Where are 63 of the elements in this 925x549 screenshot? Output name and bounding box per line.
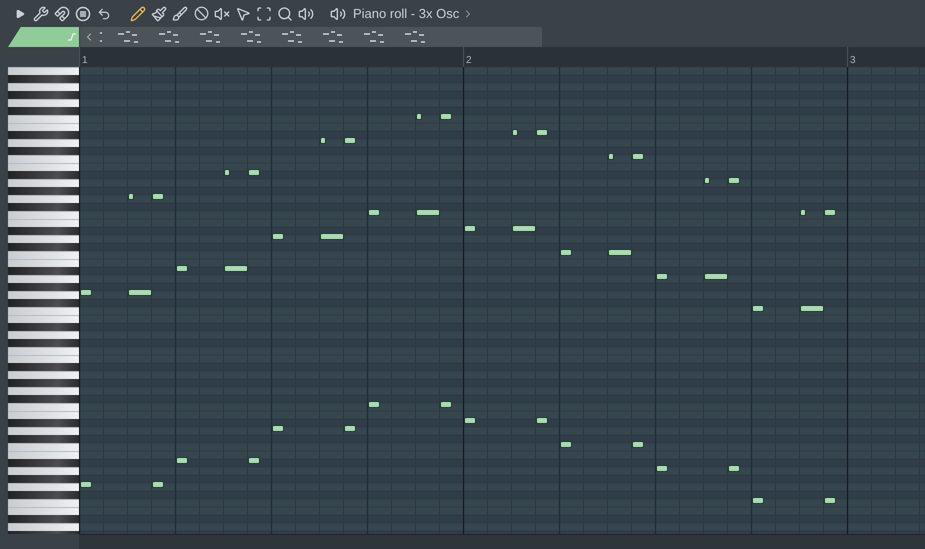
horizontal-scrollbar[interactable]	[79, 534, 925, 549]
tool-tab[interactable]	[8, 27, 79, 47]
timeline-ruler[interactable]: 1 2 3	[79, 47, 925, 67]
curve-icon	[68, 33, 76, 41]
note[interactable]	[512, 225, 536, 232]
note[interactable]	[176, 265, 188, 272]
note[interactable]	[560, 441, 572, 448]
note[interactable]	[128, 193, 134, 200]
piano-keyboard-drawing[interactable]	[8, 67, 79, 534]
note[interactable]	[824, 209, 836, 216]
note[interactable]	[248, 457, 260, 464]
note[interactable]	[608, 153, 614, 160]
brush-icon[interactable]	[170, 4, 190, 24]
note[interactable]	[632, 153, 644, 160]
note[interactable]	[800, 209, 806, 216]
note[interactable]	[272, 425, 284, 432]
note[interactable]	[344, 425, 356, 432]
note[interactable]	[464, 225, 476, 232]
note[interactable]	[608, 249, 632, 256]
note[interactable]	[704, 273, 728, 280]
note[interactable]	[320, 137, 326, 144]
note[interactable]	[656, 273, 668, 280]
bar-number: 1	[82, 55, 88, 66]
note[interactable]	[368, 209, 380, 216]
note[interactable]	[536, 129, 548, 136]
paintbrush-icon[interactable]	[149, 4, 169, 24]
note[interactable]	[152, 481, 164, 488]
note[interactable]	[656, 465, 668, 472]
note[interactable]	[320, 233, 344, 240]
note[interactable]	[176, 457, 188, 464]
note[interactable]	[416, 209, 440, 216]
note[interactable]	[440, 401, 452, 408]
note[interactable]	[344, 137, 356, 144]
note[interactable]	[248, 169, 260, 176]
note[interactable]	[80, 289, 92, 296]
note[interactable]	[704, 177, 710, 184]
note[interactable]	[152, 193, 164, 200]
window-title: Piano roll - 3x Osc	[353, 4, 460, 23]
note[interactable]	[128, 289, 152, 296]
pattern-overview[interactable]	[80, 27, 542, 47]
magnet-icon[interactable]	[52, 4, 72, 24]
settings-icon[interactable]	[31, 4, 51, 24]
bar-number: 3	[850, 55, 856, 66]
note[interactable]	[368, 401, 380, 408]
bar-number: 2	[466, 55, 472, 66]
note[interactable]	[752, 305, 764, 312]
note[interactable]	[272, 233, 284, 240]
pencil-icon[interactable]	[128, 4, 148, 24]
note[interactable]	[464, 417, 476, 424]
note[interactable]	[560, 249, 572, 256]
note[interactable]	[824, 497, 836, 504]
note[interactable]	[632, 441, 644, 448]
note[interactable]	[752, 497, 764, 504]
note[interactable]	[536, 417, 548, 424]
note[interactable]	[728, 177, 740, 184]
note[interactable]	[440, 113, 452, 120]
note[interactable]	[224, 265, 248, 272]
note[interactable]	[800, 305, 824, 312]
note[interactable]	[512, 129, 518, 136]
note[interactable]	[728, 465, 740, 472]
note[interactable]	[416, 113, 422, 120]
note[interactable]	[224, 169, 230, 176]
note[interactable]	[80, 481, 92, 488]
